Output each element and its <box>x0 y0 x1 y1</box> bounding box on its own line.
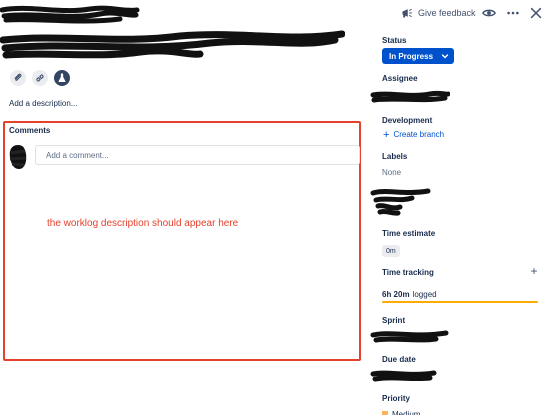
status-dropdown[interactable]: In Progress <box>382 48 454 64</box>
labels-label: Labels <box>382 152 408 161</box>
redacted-sprint <box>370 330 449 343</box>
add-description-link[interactable]: Add a description... <box>9 99 77 108</box>
time-logged-suffix: logged <box>412 290 437 299</box>
time-tracking-label: Time tracking <box>382 268 434 277</box>
chevron-down-icon <box>441 54 449 59</box>
attach-button[interactable] <box>10 70 26 86</box>
plus-icon: + <box>383 128 390 141</box>
time-logged-value: 6h 20m <box>382 290 410 299</box>
close-icon <box>530 7 542 19</box>
assignee-label: Assignee <box>382 74 418 83</box>
redacted-issue-key <box>0 5 140 24</box>
megaphone-icon <box>402 8 412 18</box>
redacted-issue-title <box>0 30 345 59</box>
time-estimate-value[interactable]: 0m <box>382 245 400 257</box>
link-issue-button[interactable] <box>32 70 48 86</box>
close-button[interactable] <box>527 4 545 22</box>
time-estimate-label: Time estimate <box>382 229 436 238</box>
status-value: In Progress <box>389 51 434 61</box>
comments-heading: Comments <box>9 126 51 135</box>
add-time-button[interactable]: + <box>528 265 540 277</box>
link-icon <box>36 74 44 82</box>
time-logged[interactable]: 6h 20m logged <box>382 290 437 299</box>
flask-icon <box>58 73 66 82</box>
redacted-due-date <box>370 370 437 382</box>
watch-button[interactable] <box>480 4 498 22</box>
time-tracking-bar <box>382 301 538 303</box>
redacted-user-avatar <box>9 145 27 169</box>
create-branch-link[interactable]: + Create branch <box>383 128 445 141</box>
priority-value[interactable]: Medium <box>392 410 420 415</box>
redacted-field <box>370 188 431 216</box>
more-actions-button[interactable] <box>504 4 522 22</box>
more-icon <box>507 11 519 15</box>
status-label: Status <box>382 36 407 45</box>
worklog-annotation: the worklog description should appear he… <box>47 218 239 229</box>
create-branch-label: Create branch <box>393 130 445 139</box>
sprint-label: Sprint <box>382 316 406 325</box>
priority-medium-icon <box>382 411 388 415</box>
eye-icon <box>482 9 496 17</box>
labels-value[interactable]: None <box>382 168 401 177</box>
comment-input[interactable] <box>35 145 360 165</box>
apps-button[interactable] <box>54 70 70 86</box>
redacted-assignee <box>370 90 450 103</box>
paperclip-icon <box>14 73 22 81</box>
priority-label: Priority <box>382 394 411 403</box>
time-tracking-fill <box>382 301 538 303</box>
give-feedback-label: Give feedback <box>418 8 476 18</box>
due-date-label: Due date <box>382 355 416 364</box>
give-feedback-button[interactable]: Give feedback <box>401 5 476 21</box>
development-label: Development <box>382 116 433 125</box>
